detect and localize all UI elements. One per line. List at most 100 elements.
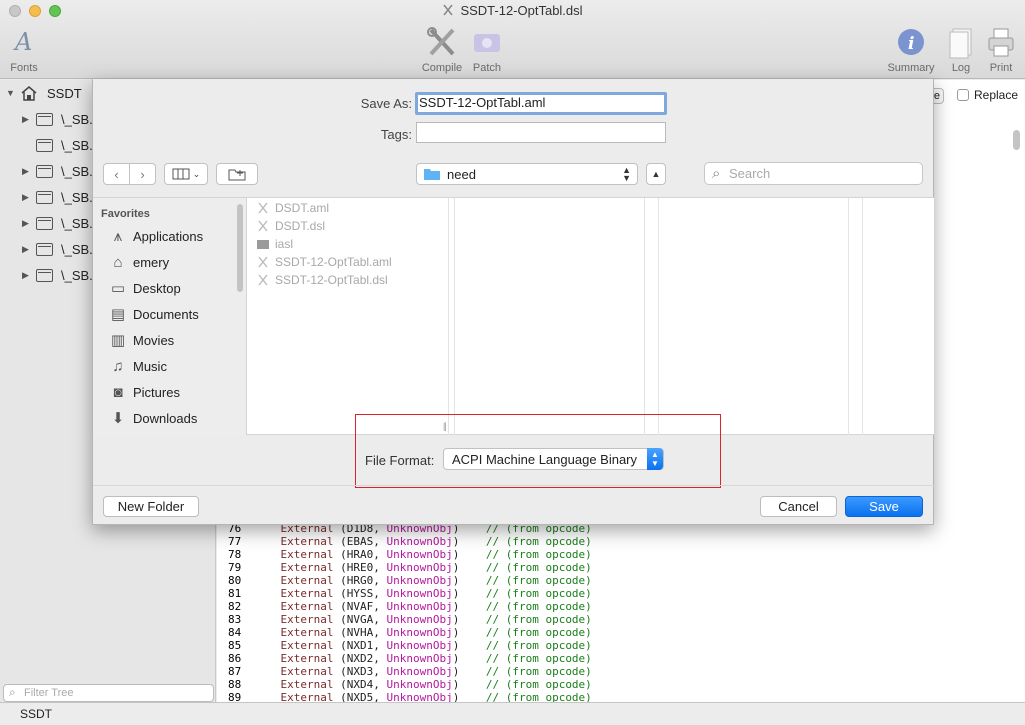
back-button[interactable]: ‹ [103, 163, 130, 185]
disclosure-right-icon[interactable]: ▶ [22, 218, 36, 229]
code-type: UnknownObj [386, 548, 453, 561]
save-button[interactable]: Save [845, 496, 923, 517]
new-folder-icon [228, 169, 246, 181]
disclosure-right-icon[interactable]: ▶ [22, 192, 36, 203]
chevron-up-icon: ▲ [651, 169, 661, 179]
patch-tool[interactable]: Patch [468, 26, 506, 74]
disclosure-right-icon[interactable]: ▶ [22, 166, 36, 177]
document-icon [443, 4, 454, 16]
new-folder-button[interactable]: New Folder [103, 496, 199, 517]
code-lines: 76 External (D1D8, UnknownObj) // (from … [228, 522, 592, 704]
folder-icon [36, 190, 53, 204]
chevron-left-icon: ‹ [114, 166, 119, 182]
code-identifier: NXD3 [346, 665, 374, 678]
tree-item[interactable]: ▶ \_SB. [22, 110, 93, 128]
tree-item[interactable]: ▶ \_SB. [22, 188, 93, 206]
code-type: UnknownObj [386, 652, 453, 665]
file-item: iasl [257, 235, 293, 253]
line-number: 85 [228, 639, 242, 652]
code-comment: // (from opcode) [485, 665, 592, 678]
replace-toggle[interactable]: Replace [957, 88, 1018, 102]
disclosure-right-icon[interactable]: ▶ [22, 114, 36, 125]
chevron-down-icon: ⌄ [192, 168, 201, 179]
new-folder-toolbar-button[interactable] [216, 163, 258, 185]
code-identifier: HRA0 [346, 548, 374, 561]
favorite-documents[interactable]: ▤ Documents [109, 304, 199, 324]
summary-tool[interactable]: i Summary [885, 26, 937, 74]
filter-tree-input[interactable]: Filter Tree [3, 684, 214, 702]
code-keyword: External [280, 535, 334, 548]
code-line: 84 External (NVHA, UnknownObj) // (from … [228, 626, 592, 639]
folder-icon [36, 216, 53, 230]
view-mode-button[interactable]: ⌄ [164, 163, 208, 185]
disclosure-down-icon[interactable]: ▼ [6, 88, 20, 98]
code-comment: // (from opcode) [485, 652, 592, 665]
tree-root-ssdt[interactable]: ▼ SSDT [6, 84, 82, 102]
tree-item[interactable]: \_SB. [22, 136, 93, 154]
code-line: 81 External (HYSS, UnknownObj) // (from … [228, 587, 592, 600]
aml-file-icon [258, 256, 268, 268]
line-number: 79 [228, 561, 242, 574]
dsl-file-icon [258, 220, 268, 232]
tree-item[interactable]: ▶ \_SB. [22, 240, 93, 258]
tags-field[interactable] [416, 122, 666, 143]
code-keyword: External [280, 548, 334, 561]
compile-tool[interactable]: Compile [418, 26, 466, 74]
favorite-pictures[interactable]: ◙ Pictures [109, 382, 180, 402]
code-type: UnknownObj [386, 613, 453, 626]
line-number: 78 [228, 548, 242, 561]
code-line: 79 External (HRE0, UnknownObj) // (from … [228, 561, 592, 574]
column-divider[interactable] [848, 198, 849, 435]
code-identifier: NXD2 [346, 652, 374, 665]
code-line: 82 External (NVAF, UnknownObj) // (from … [228, 600, 592, 613]
print-tool[interactable]: Print [986, 26, 1016, 74]
column-divider [658, 198, 659, 435]
log-tool[interactable]: Log [946, 26, 976, 74]
code-identifier: EBAS [346, 535, 374, 548]
code-type: UnknownObj [386, 535, 453, 548]
camera-icon: ◙ [113, 383, 123, 401]
code-type: UnknownObj [386, 626, 453, 639]
tree-item[interactable]: ▶ \_SB. [22, 214, 93, 232]
disclosure-right-icon[interactable]: ▶ [22, 270, 36, 281]
column-divider[interactable] [448, 198, 449, 435]
code-comment: // (from opcode) [485, 548, 592, 561]
code-keyword: External [280, 587, 334, 600]
tree-item[interactable]: ▶ \_SB. [22, 266, 93, 284]
location-popup[interactable]: need ▲ ▼ [416, 163, 638, 185]
replace-checkbox[interactable] [957, 89, 969, 101]
column-divider[interactable] [644, 198, 645, 435]
code-comment: // (from opcode) [485, 639, 592, 652]
favorite-home[interactable]: ⌂ emery [109, 252, 169, 272]
favorite-downloads[interactable]: ⬇ Downloads [109, 408, 198, 428]
favorite-desktop[interactable]: ▭ Desktop [109, 278, 181, 298]
code-keyword: External [280, 626, 334, 639]
code-line: 85 External (NXD1, UnknownObj) // (from … [228, 639, 592, 652]
save-dialog: Save As: SSDT-12-OptTabl.aml Tags: ‹ › ⌄… [92, 79, 934, 525]
popup-arrows-icon: ▲ ▼ [622, 165, 631, 183]
printer-icon [988, 28, 1014, 57]
aml-file-icon [258, 202, 268, 214]
favorites-scrollbar[interactable] [237, 204, 243, 292]
favorite-music[interactable]: ♫ Music [109, 356, 167, 376]
fonts-tool[interactable]: A Fonts [9, 26, 39, 74]
save-as-field[interactable]: SSDT-12-OptTabl.aml [415, 92, 667, 115]
svg-text:i: i [908, 34, 914, 54]
disclosure-right-icon[interactable]: ▶ [22, 244, 36, 255]
code-line: 78 External (HRA0, UnknownObj) // (from … [228, 548, 592, 561]
favorite-applications[interactable]: ⩚ Applications [109, 226, 203, 246]
search-field[interactable]: Search [704, 162, 923, 185]
favorite-movies[interactable]: ▥ Movies [109, 330, 174, 350]
code-keyword: External [280, 561, 334, 574]
forward-button[interactable]: › [129, 163, 156, 185]
line-number: 83 [228, 613, 242, 626]
code-comment: // (from opcode) [485, 561, 592, 574]
file-item: DSDT.aml [257, 199, 329, 217]
cancel-button[interactable]: Cancel [760, 496, 837, 517]
svg-text:A: A [13, 28, 32, 56]
code-identifier: NXD4 [346, 678, 374, 691]
collapse-button[interactable]: ▲ [646, 163, 666, 185]
editor-scrollbar[interactable] [1013, 130, 1020, 150]
tree-item[interactable]: ▶ \_SB. [22, 162, 93, 180]
code-line: 88 External (NXD4, UnknownObj) // (from … [228, 678, 592, 691]
